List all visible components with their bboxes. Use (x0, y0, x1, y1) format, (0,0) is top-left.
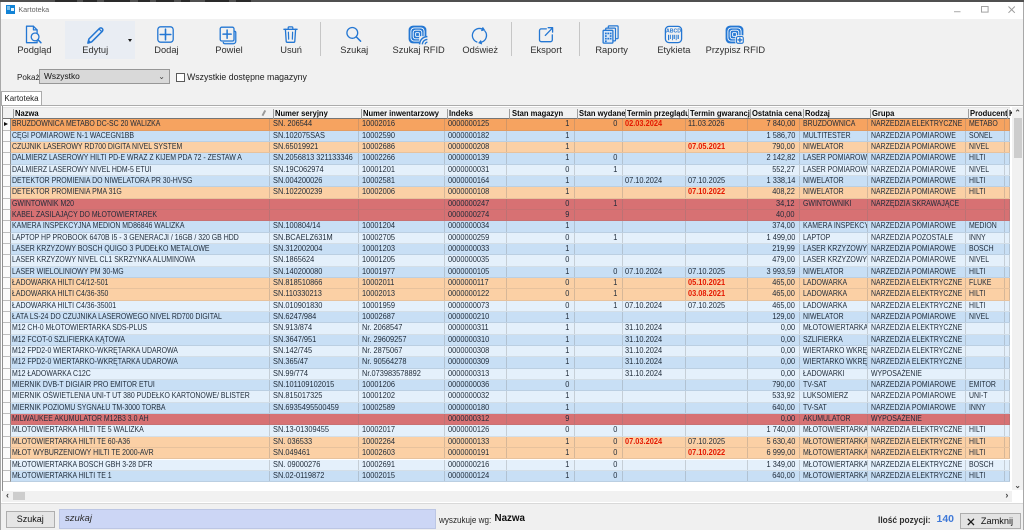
svg-text:ABCD: ABCD (666, 28, 681, 34)
